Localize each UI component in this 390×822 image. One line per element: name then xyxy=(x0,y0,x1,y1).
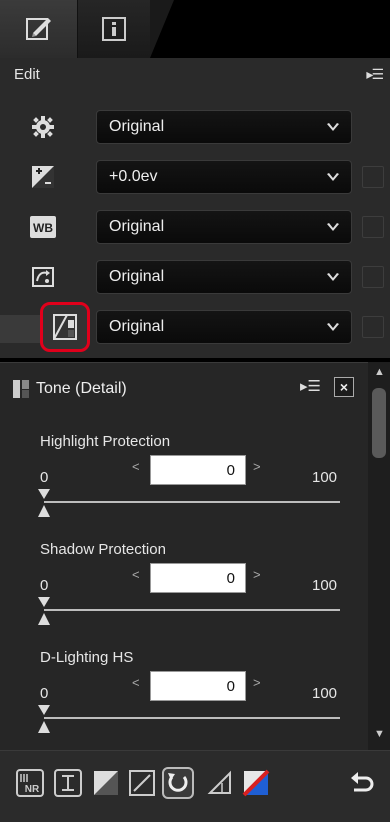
settings-select[interactable]: Original xyxy=(96,110,352,144)
edit-row-white-balance: WB Original xyxy=(0,204,390,250)
noise-reduction-button[interactable]: NR xyxy=(14,767,46,799)
color-balance-icon xyxy=(242,769,270,797)
levels-button[interactable] xyxy=(52,767,84,799)
white-balance-checkbox[interactable] xyxy=(362,216,384,238)
shadow-protection-slider-track[interactable] xyxy=(44,609,340,611)
slider-thumb-bottom[interactable] xyxy=(38,505,50,517)
slider-thumb-top[interactable] xyxy=(38,705,50,715)
edit-icon xyxy=(25,18,51,40)
tone-detail-checkbox[interactable] xyxy=(362,316,384,338)
d-lighting-hs-input[interactable]: 0 xyxy=(150,671,246,701)
picture-control-icon[interactable] xyxy=(28,262,58,292)
rotate-icon xyxy=(168,773,188,792)
picture-control-select[interactable]: Original xyxy=(96,260,352,294)
color-balance-button[interactable] xyxy=(240,767,272,799)
tone-panel-header: Tone (Detail) ▸☰ × xyxy=(0,363,368,415)
increment-arrow-icon[interactable]: > xyxy=(253,459,261,474)
shadow-protection-control: Shadow Protection 0 < 0 > 100 xyxy=(0,541,368,649)
levels-icon xyxy=(54,769,82,797)
edit-panel: Edit ▸☰ Original +0.0ev WB Original Orig… xyxy=(0,58,390,358)
row-selection-marker xyxy=(0,315,40,343)
straighten-icon xyxy=(207,770,231,794)
d-lighting-hs-control: D-Lighting HS 0 < 0 > 100 xyxy=(0,649,368,757)
edit-panel-header: Edit ▸☰ xyxy=(0,58,390,90)
scroll-up-icon[interactable]: ▲ xyxy=(374,366,385,378)
decrement-arrow-icon[interactable]: < xyxy=(132,459,140,474)
tone-detail-icon xyxy=(13,380,29,398)
highlight-protection-label: Highlight Protection xyxy=(40,433,171,450)
undo-button[interactable] xyxy=(346,767,378,799)
tone-detail-select-value: Original xyxy=(109,318,165,335)
white-balance-select-value: Original xyxy=(109,218,165,235)
slider-thumb-bottom[interactable] xyxy=(38,721,50,733)
chevron-down-icon xyxy=(327,223,339,231)
panel-menu-icon[interactable]: ▸☰ xyxy=(300,377,321,395)
increment-arrow-icon[interactable]: > xyxy=(253,675,261,690)
gear-icon[interactable] xyxy=(28,112,58,142)
shadow-protection-label: Shadow Protection xyxy=(40,541,166,558)
settings-select-value: Original xyxy=(109,118,165,135)
slider-max-label: 100 xyxy=(312,577,338,594)
slider-min-label: 0 xyxy=(40,469,49,486)
chevron-down-icon xyxy=(327,173,339,181)
white-balance-select[interactable]: Original xyxy=(96,210,352,244)
chevron-down-icon xyxy=(327,123,339,131)
slider-min-label: 0 xyxy=(40,577,49,594)
exposure-select[interactable]: +0.0ev xyxy=(96,160,352,194)
svg-text:WB: WB xyxy=(33,221,53,235)
chevron-down-icon xyxy=(327,273,339,281)
edit-panel-title: Edit xyxy=(14,65,40,83)
d-lighting-hs-slider-track[interactable] xyxy=(44,717,340,719)
slider-thumb-bottom[interactable] xyxy=(38,613,50,625)
highlight-protection-slider-track[interactable] xyxy=(44,501,340,503)
tone-panel-scrollbar[interactable]: ▲ ▼ xyxy=(368,362,390,750)
panel-menu-icon[interactable]: ▸☰ xyxy=(366,66,384,83)
exposure-checkbox[interactable] xyxy=(362,166,384,188)
edit-row-picture-control: Original xyxy=(0,254,390,300)
undo-icon xyxy=(351,772,374,792)
slider-max-label: 100 xyxy=(312,685,338,702)
edit-row-exposure: +0.0ev xyxy=(0,154,390,200)
straighten-button[interactable] xyxy=(204,767,236,799)
chevron-down-icon xyxy=(327,323,339,331)
exposure-select-value: +0.0ev xyxy=(109,168,158,185)
tone-detail-icon[interactable] xyxy=(40,302,90,352)
info-icon xyxy=(102,17,126,41)
noise-reduction-icon: NR xyxy=(16,769,44,797)
d-lighting-hs-label: D-Lighting HS xyxy=(40,649,134,666)
panel-tabs xyxy=(0,0,390,58)
curves-button[interactable] xyxy=(90,767,122,799)
increment-arrow-icon[interactable]: > xyxy=(253,567,261,582)
tone-detail-select[interactable]: Original xyxy=(96,310,352,344)
slider-thumb-top[interactable] xyxy=(38,489,50,499)
tone-detail-panel: Tone (Detail) ▸☰ × Highlight Protection … xyxy=(0,362,368,750)
brightness-icon xyxy=(129,770,155,796)
edit-row-tone-detail: Original xyxy=(0,302,390,352)
shadow-protection-input[interactable]: 0 xyxy=(150,563,246,593)
adjustment-toolbar: NR xyxy=(0,750,390,822)
slider-max-label: 100 xyxy=(312,469,338,486)
white-balance-icon[interactable]: WB xyxy=(28,212,58,242)
close-icon[interactable]: × xyxy=(334,377,354,397)
tone-curve-icon xyxy=(94,771,118,795)
highlight-protection-control: Highlight Protection 0 < 0 > 100 xyxy=(0,433,368,541)
slider-thumb-top[interactable] xyxy=(38,597,50,607)
decrement-arrow-icon[interactable]: < xyxy=(132,675,140,690)
highlight-protection-input[interactable]: 0 xyxy=(150,455,246,485)
brightness-button[interactable] xyxy=(126,767,158,799)
picture-control-checkbox[interactable] xyxy=(362,266,384,288)
tone-panel-title: Tone (Detail) xyxy=(36,380,127,397)
slider-min-label: 0 xyxy=(40,685,49,702)
svg-text:NR: NR xyxy=(25,784,40,795)
tab-edit[interactable] xyxy=(0,0,78,58)
tab-info[interactable] xyxy=(78,0,174,58)
picture-control-select-value: Original xyxy=(109,268,165,285)
edit-row-settings: Original xyxy=(0,104,390,150)
rotate-button[interactable] xyxy=(162,767,194,799)
scrollbar-thumb[interactable] xyxy=(372,388,386,458)
scroll-down-icon[interactable]: ▼ xyxy=(374,728,385,740)
exposure-compensation-icon[interactable] xyxy=(28,162,58,192)
decrement-arrow-icon[interactable]: < xyxy=(132,567,140,582)
